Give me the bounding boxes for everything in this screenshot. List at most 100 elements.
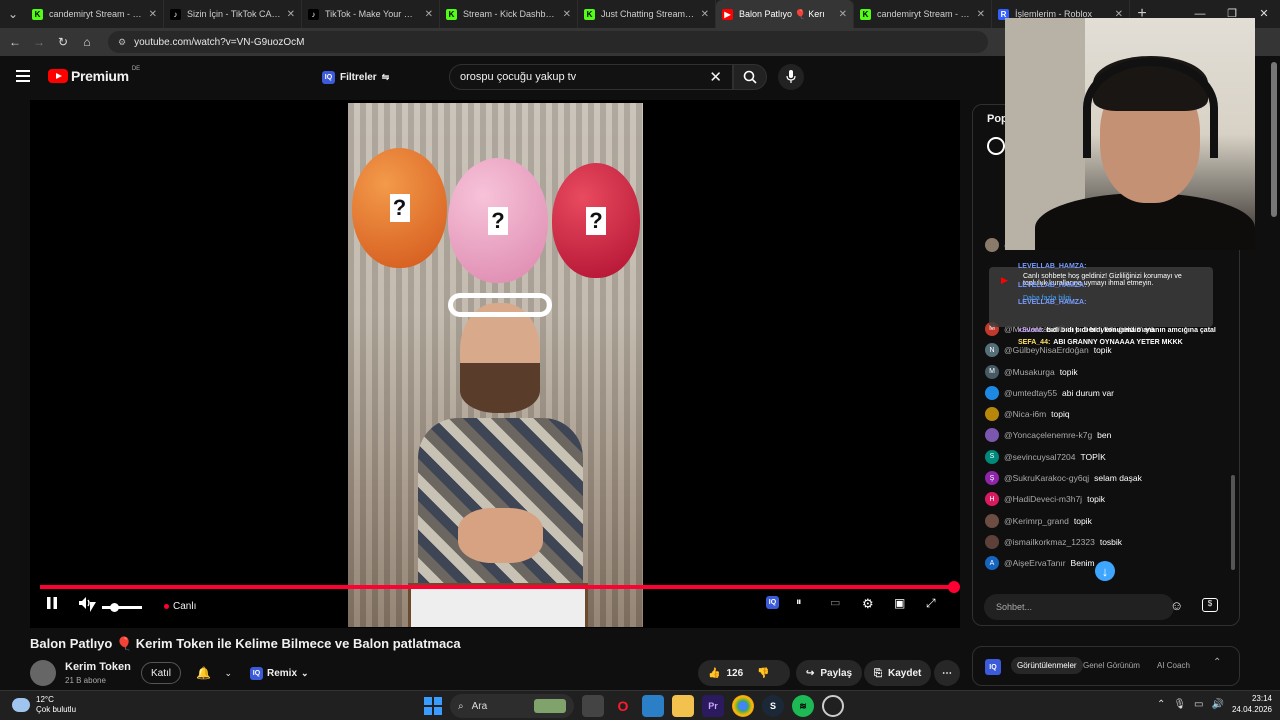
scroll-to-bottom-button[interactable]: ↓ (1095, 561, 1115, 581)
windows-start-icon[interactable] (424, 697, 442, 715)
browser-tab[interactable]: ♪ TikTok - Make Your Day ✕ (302, 0, 440, 28)
chat-username[interactable]: @Yoncaçelenemre-k7g (1004, 430, 1092, 440)
reload-button[interactable]: ↻ (54, 35, 72, 49)
remix-button[interactable]: IQ Remix ⌄ (244, 662, 315, 684)
chat-username[interactable]: @sevincuysal7204 (1004, 452, 1075, 462)
chat-avatar[interactable] (985, 385, 999, 400)
page-scrollbar[interactable] (1271, 62, 1277, 217)
chat-avatar[interactable]: A (985, 556, 999, 571)
volume-slider[interactable] (102, 606, 142, 609)
search-input[interactable]: orospu çocuğu yakup tv ✕ (449, 64, 733, 90)
video-player[interactable]: ? ? ? Canlı IQ ⏸ ▭ ⚙ ▣ ⤢ (30, 100, 960, 628)
chat-username[interactable]: @Kerimrp_grand (1004, 516, 1069, 526)
super-chat-icon[interactable]: $ (1202, 598, 1218, 612)
chat-scrollbar[interactable] (1231, 475, 1235, 570)
filters-button[interactable]: IQ Filtreler ⇋ (322, 65, 389, 89)
premiere-pro-icon[interactable]: Pr (702, 695, 724, 717)
chat-avatar[interactable]: S (985, 449, 999, 464)
microphone-tray-icon[interactable]: 🎙 (1173, 699, 1186, 710)
chat-username[interactable]: @GülbeyNisaErdoğan (1004, 345, 1089, 355)
chat-avatar[interactable]: H (985, 492, 999, 507)
task-view-icon[interactable] (582, 695, 604, 717)
join-button[interactable]: Katıl (141, 662, 181, 684)
opera-icon[interactable]: O (612, 695, 634, 717)
chat-avatar[interactable] (985, 237, 999, 252)
close-tab-icon[interactable]: ✕ (287, 9, 295, 20)
close-tab-icon[interactable]: ✕ (701, 9, 709, 20)
close-tab-icon[interactable]: ✕ (977, 9, 985, 20)
home-button[interactable]: ⌂ (78, 35, 96, 49)
app-icon[interactable] (822, 695, 844, 717)
chat-target-icon[interactable] (987, 137, 1005, 155)
voice-search-button[interactable] (778, 64, 804, 90)
chat-username[interactable]: @Musakurga (1004, 367, 1055, 377)
browser-tab[interactable]: ♪ Sizin İçin - TikTok CANLI Y ✕ (164, 0, 302, 28)
url-field[interactable]: ⚙ youtube.com/watch?v=VN-G9uozOcM (108, 31, 988, 53)
channel-avatar[interactable] (30, 660, 56, 686)
weather-widget[interactable]: 12°C Çok bulutlu (12, 695, 76, 715)
browser-tab[interactable]: K Just Chatting Streaming - ✕ (578, 0, 716, 28)
chat-avatar[interactable] (985, 428, 999, 443)
site-info-icon[interactable]: ⚙ (118, 37, 126, 48)
chat-avatar[interactable] (985, 534, 999, 549)
chrome-icon[interactable] (732, 695, 754, 717)
menu-icon[interactable] (16, 70, 30, 85)
video-frame[interactable]: ? ? ? (348, 103, 643, 627)
volume-knob[interactable] (110, 603, 119, 612)
steam-icon[interactable]: S (762, 695, 784, 717)
search-button[interactable] (733, 64, 767, 90)
chevron-up-icon[interactable]: ⌃ (1213, 657, 1221, 668)
chat-username[interactable]: @Nica-i6m (1004, 409, 1046, 419)
file-explorer-icon[interactable] (672, 695, 694, 717)
tab-search-button[interactable]: ⌄ (0, 0, 26, 28)
youtube-logo[interactable]: Premium DE (48, 66, 140, 84)
close-tab-icon[interactable]: ✕ (839, 9, 847, 20)
dislike-thumbs-down-icon[interactable]: 👎 (757, 668, 769, 679)
spotify-icon[interactable]: ≋ (792, 695, 814, 717)
tab-overview[interactable]: Genel Görünüm (1077, 657, 1146, 674)
close-tab-icon[interactable]: ✕ (149, 9, 157, 20)
theater-mode-button[interactable]: ▣ (894, 596, 905, 610)
chat-avatar[interactable]: N (985, 343, 999, 358)
like-button[interactable]: 👍 126 (708, 668, 743, 679)
iq-player-button[interactable]: IQ (766, 596, 779, 609)
subtitles-button[interactable]: ▭ (830, 596, 840, 609)
pause-button[interactable] (46, 596, 58, 610)
more-actions-button[interactable]: ⋯ (934, 660, 960, 686)
chat-avatar[interactable]: M (985, 364, 999, 379)
chat-username[interactable]: @SukruKarakoc-gy6qj (1004, 473, 1089, 483)
tab-ai-coach[interactable]: AI Coach (1151, 657, 1196, 674)
forward-button[interactable]: → (30, 35, 48, 49)
chat-avatar[interactable] (985, 513, 999, 528)
emoji-icon[interactable]: ☺ (1170, 598, 1183, 613)
photos-icon[interactable] (642, 695, 664, 717)
back-button[interactable]: ← (6, 35, 24, 49)
browser-tab[interactable]: K Stream - Kick Dashboard ✕ (440, 0, 578, 28)
chat-avatar[interactable]: Ş (985, 471, 999, 486)
progress-knob[interactable] (948, 581, 960, 593)
channel-name[interactable]: Kerim Token (65, 661, 131, 673)
close-tab-icon[interactable]: ✕ (563, 9, 571, 20)
chat-username[interactable]: @ismailkorkmaz_12323 (1004, 537, 1095, 547)
settings-gear-icon[interactable]: ⚙ (862, 596, 874, 612)
browser-tab[interactable]: Kcandemiryt Stream - Wat ✕ (854, 0, 992, 28)
clear-search-icon[interactable]: ✕ (709, 68, 722, 86)
chat-username[interactable]: @AişeErvaTanır (1004, 558, 1066, 568)
notification-bell-button[interactable]: 🔔 ⌄ (192, 662, 236, 684)
autoplay-toggle[interactable]: ⏸ (796, 596, 802, 609)
tab-views[interactable]: Görüntülenmeler (1011, 657, 1083, 674)
chat-username[interactable]: @HadiDeveci-m3h7j (1004, 494, 1082, 504)
save-button[interactable]: ⎘ Kaydet (864, 660, 932, 686)
share-button[interactable]: ↪ Paylaş (796, 660, 863, 686)
volume-tray-icon[interactable]: 🔊 (1212, 699, 1224, 710)
chat-avatar[interactable] (985, 407, 999, 422)
taskbar-search[interactable]: ⌕ Ara (450, 694, 574, 718)
progress-bar[interactable] (40, 581, 960, 593)
chat-input[interactable]: Sohbet... (984, 594, 1174, 620)
tray-chevron-up-icon[interactable]: ⌃ (1157, 699, 1165, 710)
fullscreen-icon[interactable]: ⤢ (926, 596, 936, 611)
browser-tab[interactable]: Kcandemiryt Stream - Wat ✕ (26, 0, 164, 28)
display-icon[interactable]: ▭ (1194, 699, 1203, 710)
chat-username[interactable]: @umtedtay55 (1004, 388, 1057, 398)
browser-tab[interactable]: ▶ Balon Patlıyo 🎈 Kerı ✕ (716, 0, 854, 28)
